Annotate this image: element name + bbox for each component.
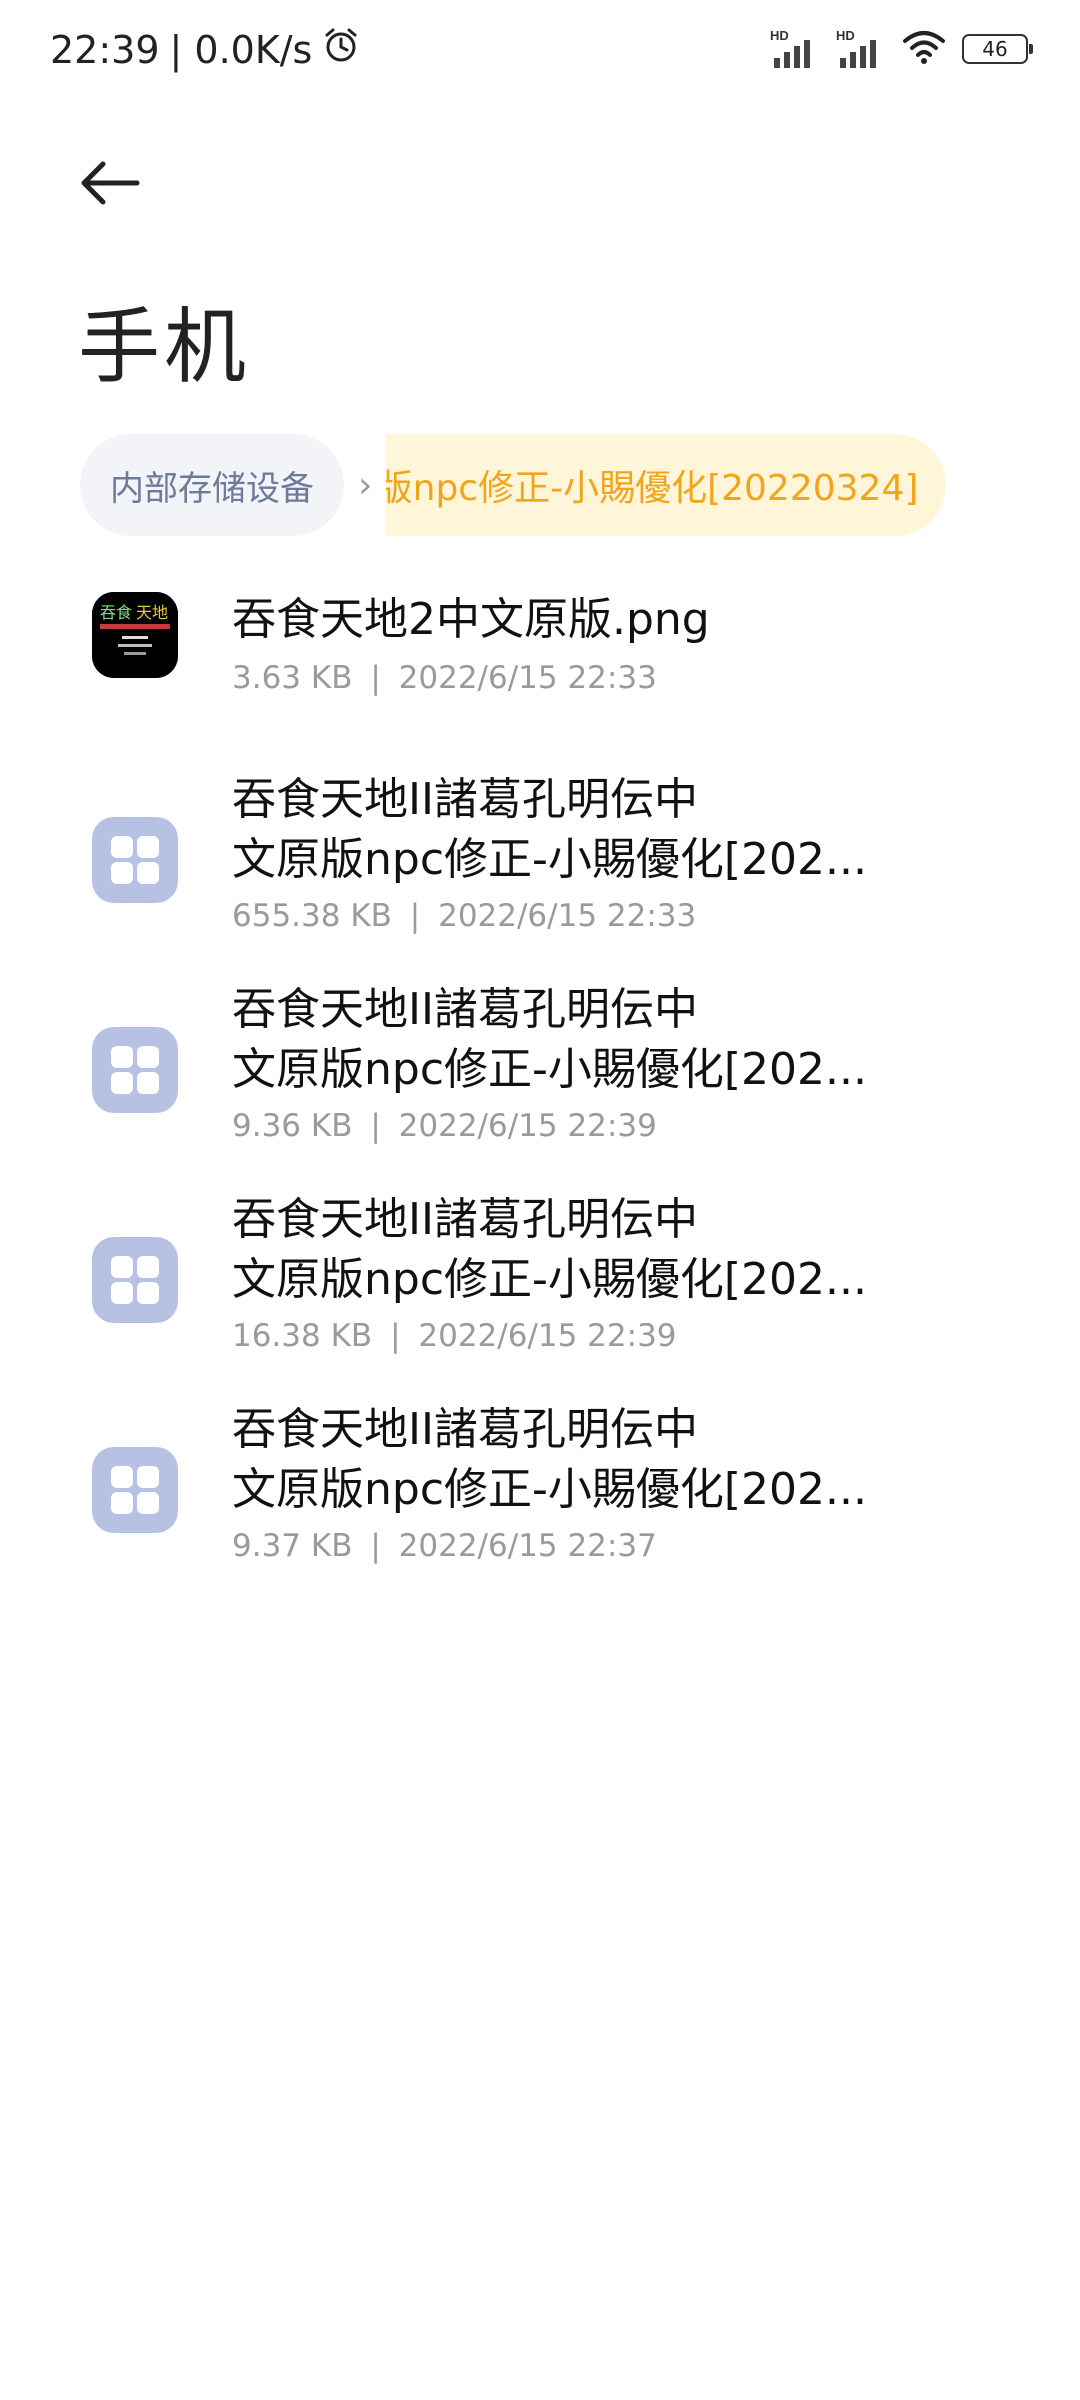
- file-name-line: 文原版npc修正-小賜優化[202...: [232, 1044, 867, 1095]
- file-name-line: 吞食天地II諸葛孔明伝中: [232, 1404, 698, 1455]
- back-button[interactable]: [70, 150, 150, 220]
- file-name: 吞食天地II諸葛孔明伝中 文原版npc修正-小賜優化[202...: [232, 770, 932, 890]
- file-meta: 9.37 KB | 2022/6/15 22:37: [232, 1528, 657, 1564]
- file-size: 3.63 KB: [232, 660, 353, 696]
- app-file-icon: [92, 1237, 178, 1323]
- wifi-icon: [902, 29, 946, 69]
- file-name-line: 吞食天地II諸葛孔明伝中: [232, 774, 698, 825]
- chevron-right-icon: ›: [358, 464, 373, 506]
- status-time: 22:39: [50, 27, 160, 72]
- file-size: 655.38 KB: [232, 898, 392, 934]
- file-meta: 16.38 KB | 2022/6/15 22:39: [232, 1318, 677, 1354]
- file-size: 9.37 KB: [232, 1528, 353, 1564]
- app-file-icon: [92, 817, 178, 903]
- file-date: 2022/6/15 22:39: [398, 1108, 657, 1144]
- image-thumbnail-icon: 吞食 天地: [92, 592, 178, 678]
- file-date: 2022/6/15 22:33: [398, 660, 657, 696]
- file-name: 吞食天地II諸葛孔明伝中 文原版npc修正-小賜優化[202...: [232, 1400, 932, 1520]
- battery-level: 46: [982, 37, 1008, 61]
- list-item[interactable]: 吞食天地II諸葛孔明伝中 文原版npc修正-小賜優化[202... 655.38…: [0, 770, 1080, 950]
- back-arrow-icon: [79, 160, 141, 210]
- app-file-icon: [92, 1027, 178, 1113]
- breadcrumb-current[interactable]: 原版npc修正-小賜優化[20220324]: [386, 434, 947, 536]
- meta-separator: |: [370, 1528, 381, 1564]
- meta-separator: |: [390, 1318, 401, 1354]
- file-name-line: 吞食天地II諸葛孔明伝中: [232, 984, 698, 1035]
- alarm-icon: [322, 26, 360, 73]
- status-right: HD HD 46: [770, 28, 1033, 70]
- file-name: 吞食天地II諸葛孔明伝中 文原版npc修正-小賜優化[202...: [232, 1190, 932, 1310]
- status-bar: 22:39 | 0.0K/s HD HD 46: [0, 0, 1080, 100]
- file-date: 2022/6/15 22:39: [418, 1318, 677, 1354]
- file-meta: 655.38 KB | 2022/6/15 22:33: [232, 898, 696, 934]
- app-file-icon: [92, 1447, 178, 1533]
- meta-separator: |: [409, 898, 421, 934]
- svg-text:天地: 天地: [136, 603, 168, 622]
- list-item[interactable]: 吞食天地II諸葛孔明伝中 文原版npc修正-小賜優化[202... 9.37 K…: [0, 1400, 1080, 1580]
- list-item[interactable]: 吞食 天地 吞食天地2中文原版.png 3.63 KB | 2022/6/15 …: [0, 590, 1080, 740]
- battery-icon: 46: [962, 34, 1033, 64]
- file-date: 2022/6/15 22:33: [438, 898, 697, 934]
- page-title: 手机: [78, 300, 251, 395]
- file-name: 吞食天地2中文原版.png: [232, 590, 932, 650]
- file-date: 2022/6/15 22:37: [398, 1528, 657, 1564]
- svg-text:吞食: 吞食: [100, 603, 132, 622]
- breadcrumb: 内部存储设备 › 原版npc修正-小賜優化[20220324]: [80, 434, 1080, 536]
- file-name-line: 文原版npc修正-小賜優化[202...: [232, 834, 867, 885]
- network-speed: | 0.0K/s: [169, 27, 313, 72]
- file-size: 16.38 KB: [232, 1318, 373, 1354]
- meta-separator: |: [370, 660, 381, 696]
- file-meta: 3.63 KB | 2022/6/15 22:33: [232, 660, 657, 696]
- list-item[interactable]: 吞食天地II諸葛孔明伝中 文原版npc修正-小賜優化[202... 9.36 K…: [0, 980, 1080, 1160]
- breadcrumb-root[interactable]: 内部存储设备: [80, 434, 344, 536]
- file-name-line: 吞食天地II諸葛孔明伝中: [232, 1194, 698, 1245]
- file-name: 吞食天地II諸葛孔明伝中 文原版npc修正-小賜優化[202...: [232, 980, 932, 1100]
- list-item[interactable]: 吞食天地II諸葛孔明伝中 文原版npc修正-小賜優化[202... 16.38 …: [0, 1190, 1080, 1370]
- status-left: 22:39 | 0.0K/s: [50, 26, 360, 73]
- file-name-line: 吞食天地2中文原版.png: [232, 594, 710, 645]
- file-size: 9.36 KB: [232, 1108, 353, 1144]
- meta-separator: |: [370, 1108, 381, 1144]
- signal-icon: HD: [836, 28, 886, 70]
- signal-icon: HD: [770, 28, 820, 70]
- file-name-line: 文原版npc修正-小賜優化[202...: [232, 1254, 867, 1305]
- file-meta: 9.36 KB | 2022/6/15 22:39: [232, 1108, 657, 1144]
- file-name-line: 文原版npc修正-小賜優化[202...: [232, 1464, 867, 1515]
